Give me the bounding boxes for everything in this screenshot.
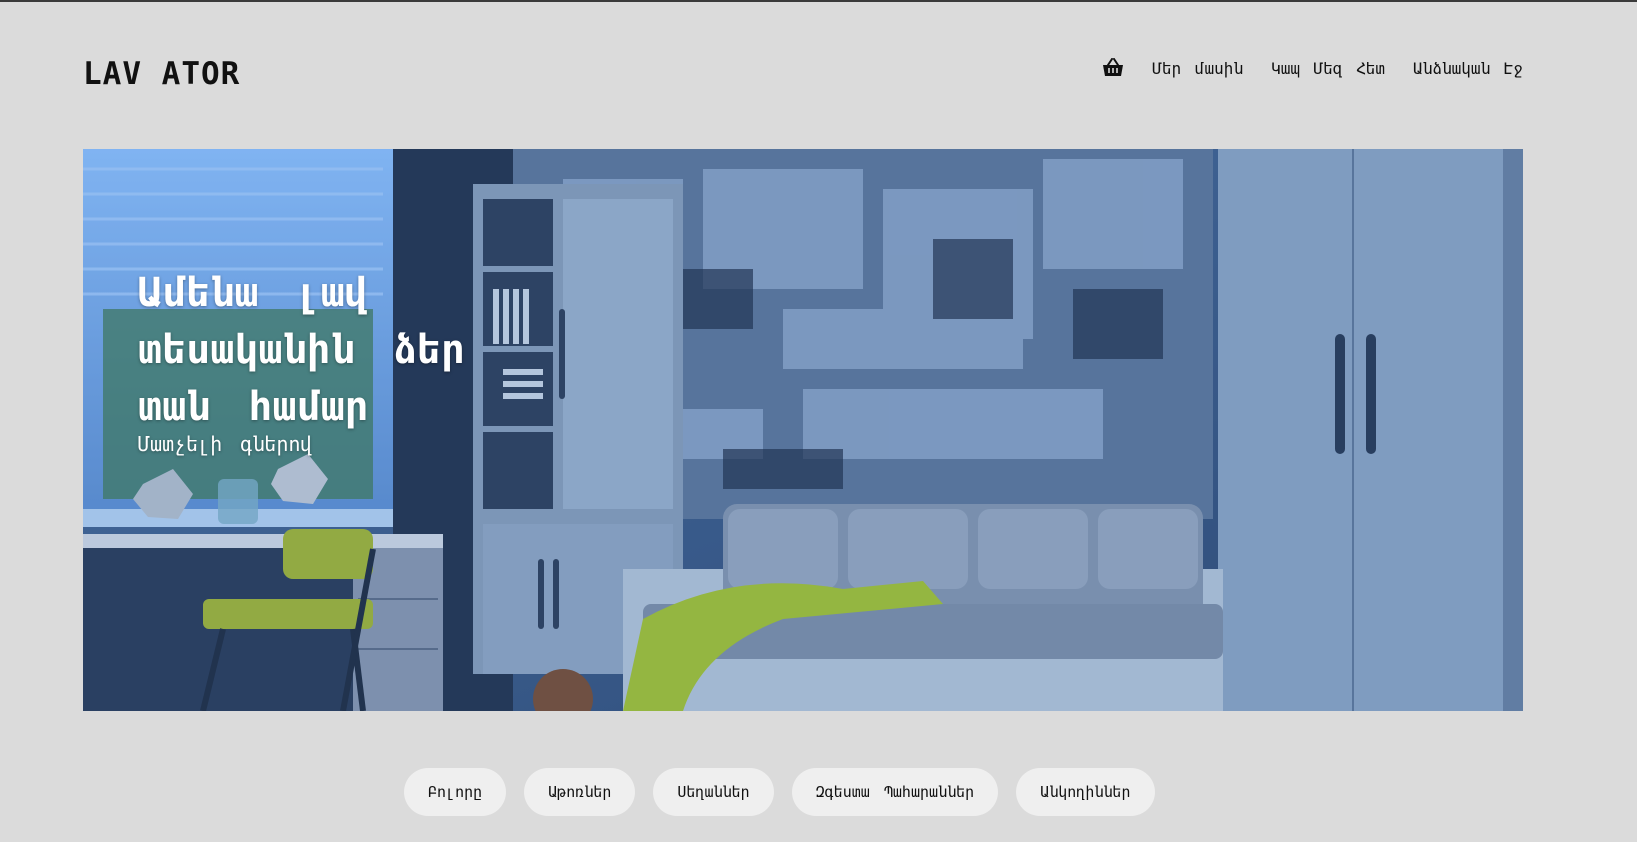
category-filters: Բոլորը Աթոռներ Սեղաններ Զգեստա Պահարաննե…: [404, 768, 1155, 816]
hero-title: Ամենա լավ տեսականին ձեր տան համար: [138, 270, 466, 430]
filter-beds-button[interactable]: Անկողիններ: [1016, 768, 1155, 816]
nav-contact-link[interactable]: Կապ Մեզ Հետ: [1271, 59, 1385, 78]
nav-account-link[interactable]: Անձնական Էջ: [1413, 59, 1523, 78]
filter-wardrobes-button[interactable]: Զգեստա Պահարաններ: [791, 768, 999, 816]
top-border: [0, 0, 1637, 2]
nav-about-link[interactable]: Մեր մասին: [1152, 59, 1243, 78]
site-logo[interactable]: LAV ATOR: [83, 56, 240, 92]
basket-icon[interactable]: [1102, 58, 1124, 78]
main-nav: Մեր մասին Կապ Մեզ Հետ Անձնական Էջ: [1102, 58, 1523, 78]
hero-text-block: Ամենա լավ տեսականին ձեր տան համար Մատչել…: [138, 265, 488, 456]
hero-banner: Ամենա լավ տեսականին ձեր տան համար Մատչել…: [83, 149, 1523, 711]
filter-chairs-button[interactable]: Աթոռներ: [524, 768, 636, 816]
filter-tables-button[interactable]: Սեղաններ: [653, 768, 774, 816]
filter-all-button[interactable]: Բոլորը: [404, 768, 507, 816]
